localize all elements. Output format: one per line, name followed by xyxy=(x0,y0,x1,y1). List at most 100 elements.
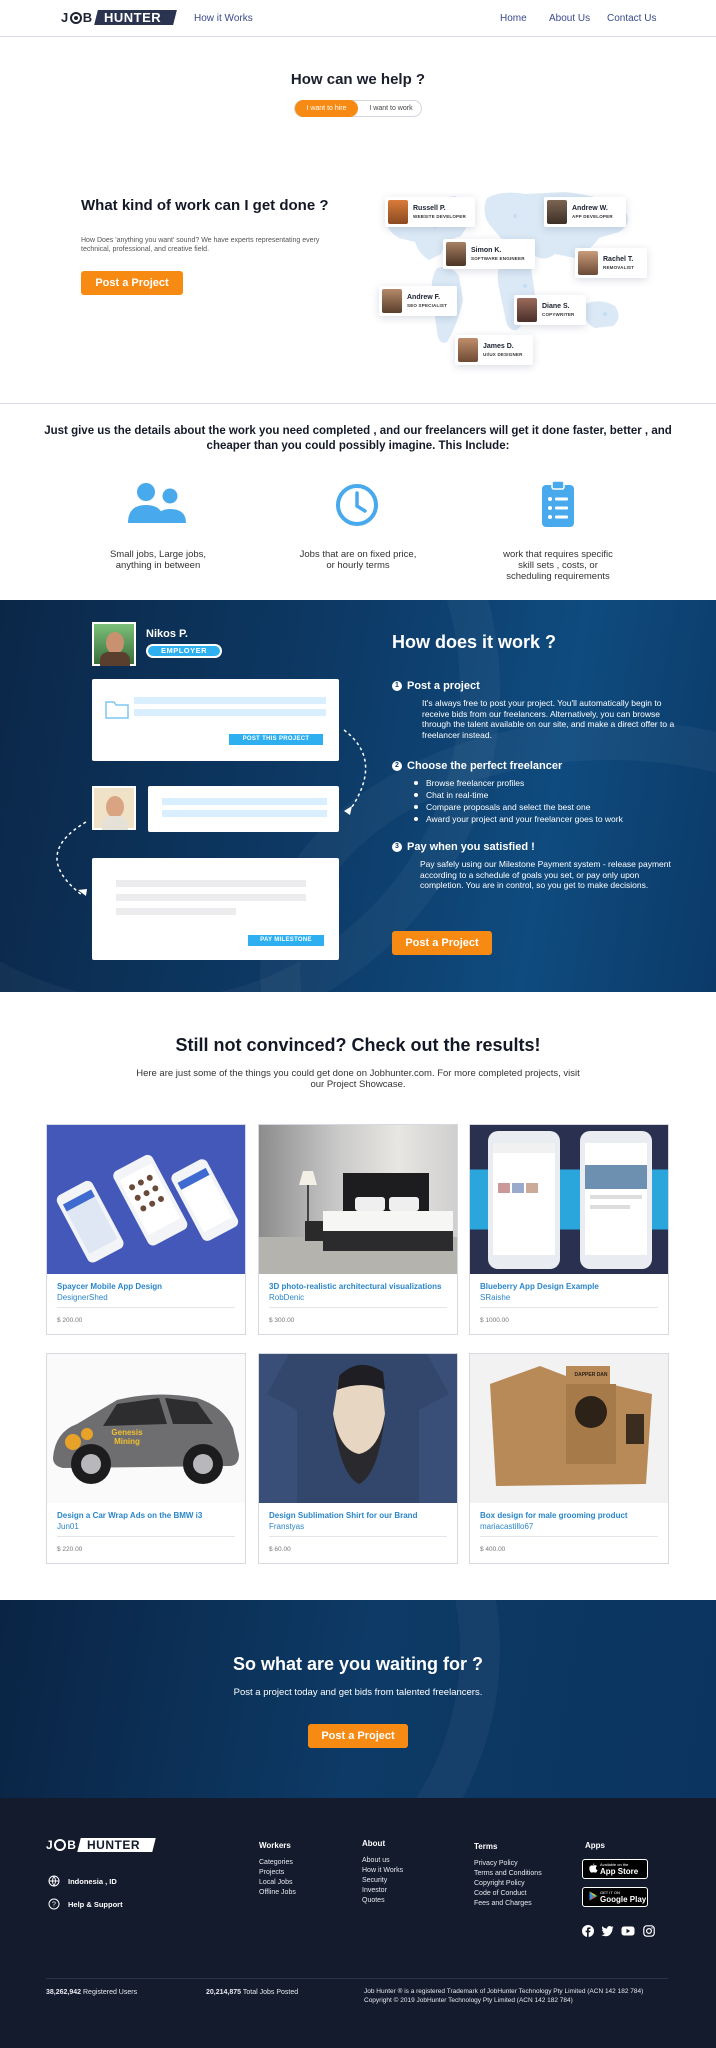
instagram-icon[interactable] xyxy=(643,1924,655,1937)
footer-link[interactable]: Terms and Conditions xyxy=(474,1870,542,1877)
card-title[interactable]: 3D photo-realistic architectural visuali… xyxy=(269,1282,457,1291)
cta-section: So what are you waiting for ? Post a pro… xyxy=(0,1600,716,1798)
nav-contact-us[interactable]: Contact Us xyxy=(607,13,656,24)
logo-letter: J xyxy=(46,1838,54,1852)
youtube-icon[interactable] xyxy=(621,1924,635,1936)
showcase-card[interactable]: Design Sublimation Shirt for our Brand F… xyxy=(258,1353,458,1564)
profile-name: James D. xyxy=(483,343,514,350)
site-header: J B HUNTER How it Works Home About Us Co… xyxy=(0,0,716,37)
card-user[interactable]: DesignerShed xyxy=(57,1293,108,1302)
showcase-image xyxy=(259,1354,457,1503)
facebook-icon[interactable] xyxy=(582,1924,594,1937)
avatar xyxy=(458,338,478,362)
footer-link[interactable]: About us xyxy=(362,1857,390,1864)
results-title: Still not convinced? Check out the resul… xyxy=(175,1035,541,1055)
results-section: Still not convinced? Check out the resul… xyxy=(0,992,716,1600)
logo-letter: B xyxy=(67,1838,77,1852)
showcase-card[interactable]: DAPPER DAN Box design for male grooming … xyxy=(469,1353,669,1564)
footer-col-title: Apps xyxy=(585,1841,605,1850)
profile-name: Russell P. xyxy=(413,205,446,212)
footer-link[interactable]: Investor xyxy=(362,1887,387,1894)
showcase-card[interactable]: Spaycer Mobile App Design DesignerShed $… xyxy=(46,1124,246,1335)
footer-link[interactable]: Offline Jobs xyxy=(259,1889,296,1896)
card-user[interactable]: Jun01 xyxy=(57,1522,79,1531)
features-section: Just give us the details about the work … xyxy=(0,403,716,600)
step-number: 3 xyxy=(392,842,402,852)
nav-home[interactable]: Home xyxy=(500,13,527,24)
help-label: Help & Support xyxy=(68,1899,123,1909)
step-bullet: Chat in real-time xyxy=(414,790,488,800)
logo-hunter: HUNTER xyxy=(87,1838,141,1852)
footer-link[interactable]: Categories xyxy=(259,1859,293,1866)
help-support-link[interactable]: ? Help & Support xyxy=(48,1898,123,1910)
card-title[interactable]: Box design for male grooming product xyxy=(480,1511,668,1520)
footer-link[interactable]: How it Works xyxy=(362,1867,403,1874)
card-title[interactable]: Design a Car Wrap Ads on the BMW i3 xyxy=(57,1511,245,1520)
nav-how-it-works[interactable]: How it Works xyxy=(194,13,253,24)
apple-icon xyxy=(586,1862,600,1876)
jobs-count: 20,214,875 xyxy=(206,1989,242,1996)
profile-card[interactable]: Russell P. WEBSITE DEVELOPER xyxy=(385,197,475,227)
store-name: App Store xyxy=(600,1867,639,1876)
card-user[interactable]: RobDenic xyxy=(269,1293,304,1302)
google-play-button[interactable]: GET IT ON Google Play xyxy=(582,1887,648,1907)
profile-card[interactable]: James D. UI/UX DESIGNER xyxy=(455,335,533,365)
profile-card[interactable]: Diane S. COPYWRITER xyxy=(514,295,586,325)
profile-card[interactable]: Andrew F. SEO SPECIALIST xyxy=(379,286,457,316)
hero-heading: What kind of work can I get done ? xyxy=(81,197,329,214)
card-divider xyxy=(269,1307,447,1308)
showcase-image xyxy=(259,1125,457,1274)
footer-link[interactable]: Code of Conduct xyxy=(474,1890,527,1897)
card-title[interactable]: Design Sublimation Shirt for our Brand xyxy=(269,1511,457,1520)
step-title: 2 Choose the perfect freelancer xyxy=(392,760,562,772)
showcase-image xyxy=(470,1125,668,1274)
logo-target-icon xyxy=(69,11,82,24)
location-selector[interactable]: Indonesia , ID xyxy=(48,1875,117,1887)
showcase-card[interactable]: 3D photo-realistic architectural visuali… xyxy=(258,1124,458,1335)
twitter-icon[interactable] xyxy=(601,1924,614,1937)
feature-line: or hourly terms xyxy=(326,560,390,571)
features-heading: Just give us the details about the work … xyxy=(44,425,672,452)
feature-line: Jobs that are on fixed price, xyxy=(299,549,417,560)
showcase-card[interactable]: Genesis Mining Design a Car Wrap Ads on … xyxy=(46,1353,246,1564)
footer-link[interactable]: Security xyxy=(362,1877,387,1884)
post-project-button[interactable]: Post a Project xyxy=(308,1724,408,1748)
footer-link[interactable]: Fees and Charges xyxy=(474,1900,532,1907)
legal-trademark: Job Hunter ® is a registered Trademark o… xyxy=(364,1988,644,1995)
step-bullet: Award your project and your freelancer g… xyxy=(414,814,623,824)
card-price: $ 300.00 xyxy=(269,1317,295,1324)
post-project-button[interactable]: Post a Project xyxy=(81,271,183,295)
profile-card[interactable]: Rachel T. REMOVALIST xyxy=(575,248,647,278)
showcase-card[interactable]: Blueberry App Design Example SRaishe $ 1… xyxy=(469,1124,669,1335)
feature-text: Small jobs, Large jobs, anything in betw… xyxy=(73,549,243,571)
feature-line: anything in between xyxy=(115,560,201,571)
footer-link[interactable]: Copyright Policy xyxy=(474,1880,525,1887)
card-user[interactable]: Franstyas xyxy=(269,1522,304,1531)
post-project-button[interactable]: Post a Project xyxy=(392,931,492,955)
card-title[interactable]: Blueberry App Design Example xyxy=(480,1282,668,1291)
footer-col-title: Terms xyxy=(474,1842,498,1851)
card-divider xyxy=(269,1536,447,1537)
card-divider xyxy=(480,1536,658,1537)
profile-card[interactable]: Andrew W. APP DEVELOPER xyxy=(544,197,626,227)
footer-link[interactable]: Local Jobs xyxy=(259,1879,292,1886)
globe-icon xyxy=(48,1875,60,1887)
car-wrap-text: Genesis Mining xyxy=(111,1428,143,1446)
app-store-button[interactable]: Available on the App Store xyxy=(582,1859,648,1879)
toggle-hire[interactable]: I want to hire xyxy=(295,100,358,117)
nav-about-us[interactable]: About Us xyxy=(549,13,590,24)
card-user[interactable]: SRaishe xyxy=(480,1293,510,1302)
card-user[interactable]: mariacastillo67 xyxy=(480,1522,533,1531)
footer-logo[interactable]: J B HUNTER xyxy=(46,1838,157,1852)
toggle-work[interactable]: I want to work xyxy=(361,101,421,116)
profile-card[interactable]: Simon K. SOFTWARE ENGINEER xyxy=(443,239,535,269)
footer-link[interactable]: Privacy Policy xyxy=(474,1860,518,1867)
hero-title: How can we help ? xyxy=(290,71,426,88)
footer-link[interactable]: Quotes xyxy=(362,1897,385,1904)
card-title[interactable]: Spaycer Mobile App Design xyxy=(57,1282,245,1291)
registered-users-stat: 38,262,942 Registered Users xyxy=(46,1989,137,1996)
profile-name: Rachel T. xyxy=(603,256,634,263)
play-icon xyxy=(586,1891,600,1904)
footer-link[interactable]: Projects xyxy=(259,1869,284,1876)
site-logo[interactable]: J B HUNTER xyxy=(61,10,177,25)
